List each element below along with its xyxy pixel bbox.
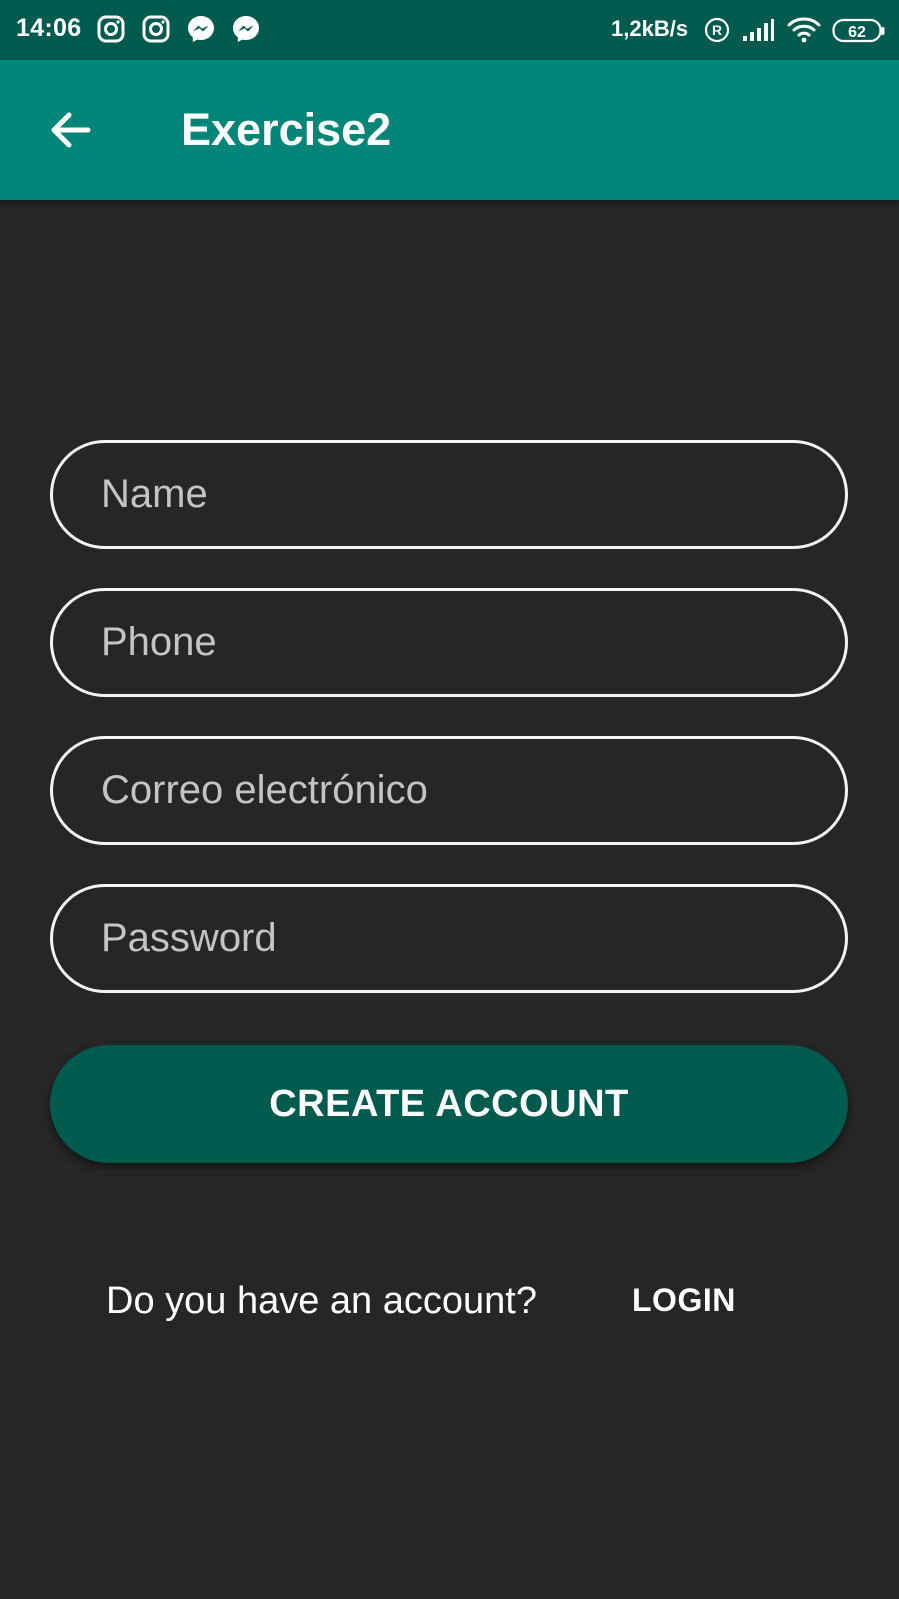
password-field[interactable] <box>50 884 848 993</box>
instagram-icon <box>97 15 125 43</box>
messenger-icon <box>188 16 214 42</box>
messenger-icon <box>233 16 259 42</box>
status-time: 14:06 <box>16 14 82 42</box>
svg-text:R: R <box>712 22 722 38</box>
net-speed: 1,2kB/s <box>611 16 689 41</box>
login-link[interactable]: LOGIN <box>632 1282 736 1319</box>
arrow-back-icon[interactable] <box>46 106 94 154</box>
status-bar: 14:06 1,2kB/s R 62 <box>0 0 899 60</box>
instagram-icon <box>142 15 170 43</box>
phone-field[interactable] <box>50 588 848 697</box>
page-title: Exercise2 <box>181 104 392 155</box>
account-question: Do you have an account? <box>106 1280 537 1322</box>
battery-icon: 62 <box>832 18 885 43</box>
app-bar: Exercise2 <box>0 60 899 200</box>
create-account-button[interactable]: CREATE ACCOUNT <box>50 1045 848 1163</box>
name-field[interactable] <box>50 440 848 549</box>
signal-icon <box>743 19 774 41</box>
wifi-icon <box>787 17 821 43</box>
roaming-icon: R <box>704 17 730 43</box>
battery-level: 62 <box>848 24 866 41</box>
email-field[interactable] <box>50 736 848 845</box>
